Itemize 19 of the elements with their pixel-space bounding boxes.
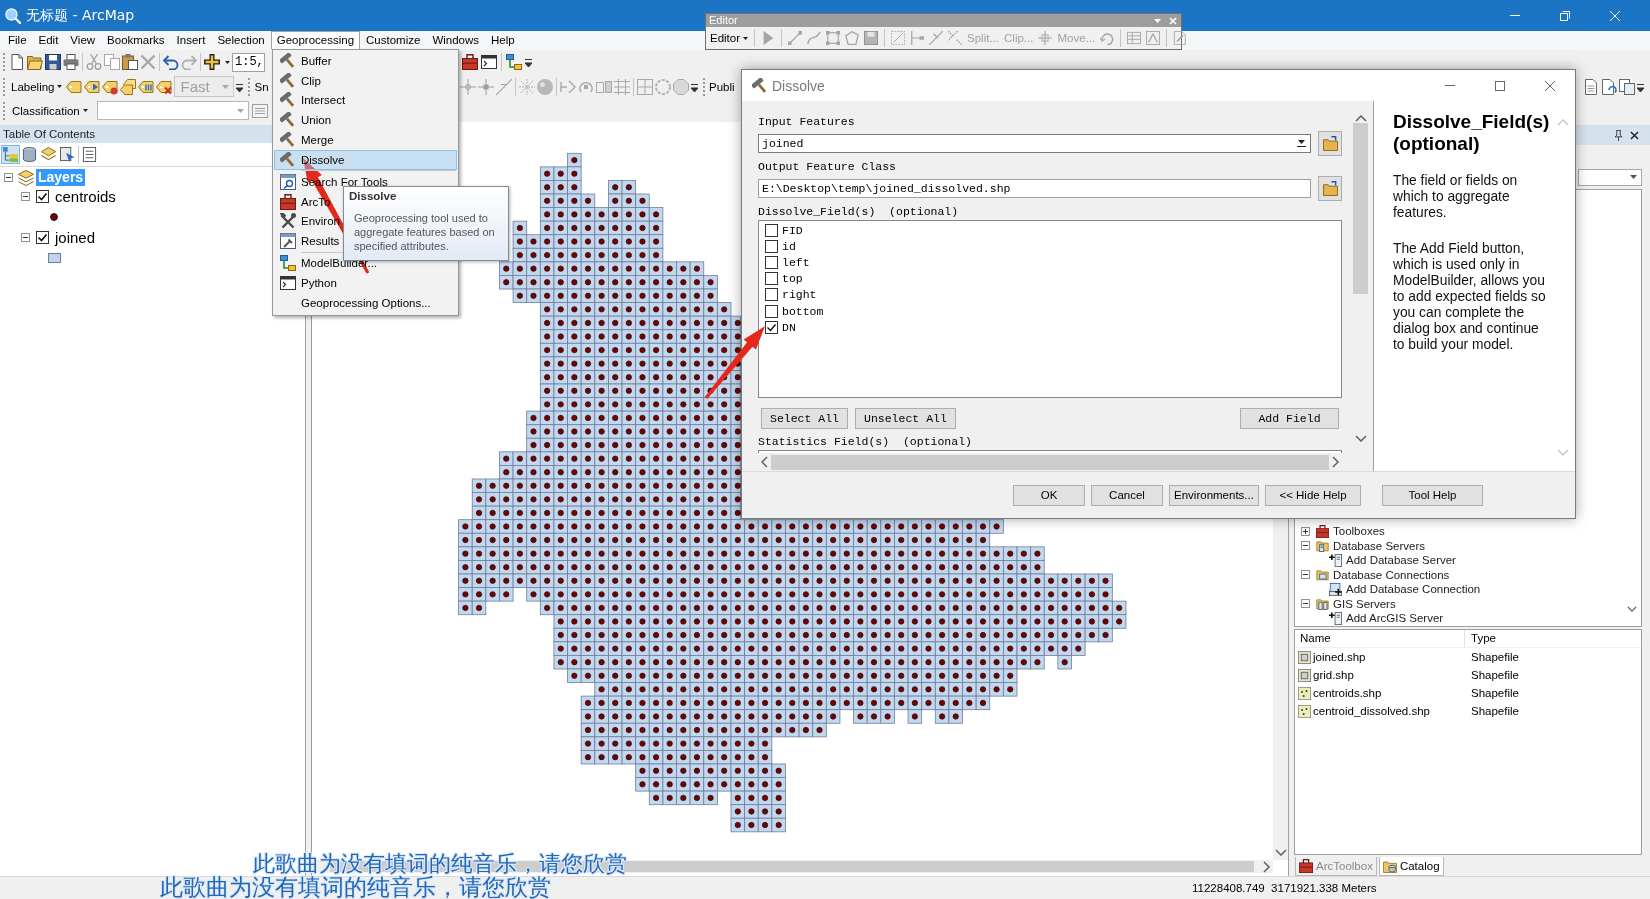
file-type: Shapefile	[1470, 669, 1519, 681]
help-paragraph: The field or fields on which to aggregate features.	[1393, 173, 1519, 221]
field-label: Output Feature Class	[758, 159, 897, 175]
field-label: Input Features	[758, 114, 855, 130]
window-title: 无标题 - ArcMap	[26, 6, 135, 25]
caption-text: 此歌曲为没有填词的纯音乐，请您欣赏	[253, 853, 627, 875]
file-type: Shapefile	[1470, 651, 1519, 663]
help-paragraph: The Add Field button, which is used only in ModelBuilder, allows you to add expected fields so you can complete the dialog box and continue to build your model.	[1393, 241, 1547, 353]
caption-text: 此歌曲为没有填词的纯音乐，请您欣赏	[160, 876, 551, 899]
file-type: Shapefile	[1470, 687, 1519, 699]
field-label: Dissolve_Field(s) (optional)	[758, 204, 959, 220]
file-type: Shapefile	[1470, 705, 1519, 717]
toolbar-title: Editor	[709, 14, 738, 27]
tooltip-title: Dissolve	[349, 190, 398, 202]
coordinates-text: 11228408.749 3171921.338 Meters	[1192, 882, 1377, 894]
help-title: Dissolve_Field(s) (optional)	[1393, 111, 1549, 155]
field-label: Statistics Field(s) (optional)	[758, 434, 972, 451]
dialog-title: Dissolve	[772, 77, 825, 94]
tooltip-text: Geoprocessing tool used to aggregate features based on specified attributes.	[354, 211, 496, 253]
